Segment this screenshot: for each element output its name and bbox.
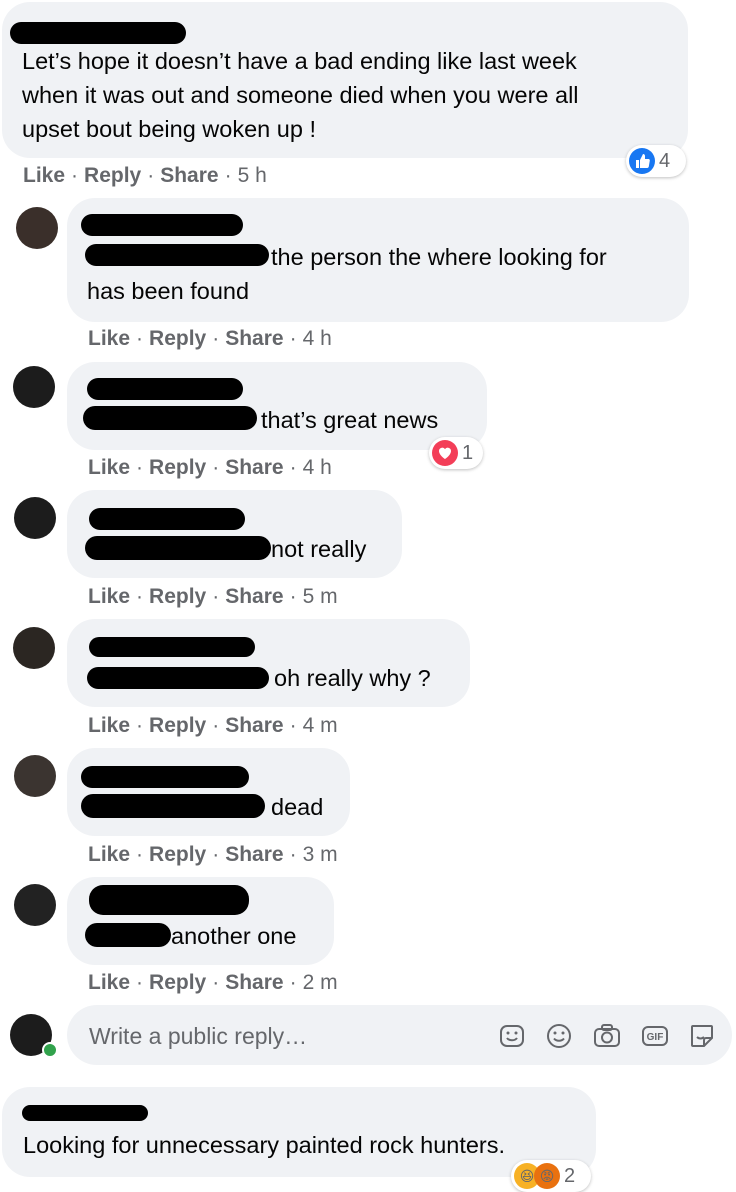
share-link[interactable]: Share	[225, 327, 283, 350]
reply-link[interactable]: Reply	[149, 327, 206, 350]
timestamp[interactable]: 4 h	[303, 327, 332, 350]
comment-actions: Like · Reply · Share · 2 m	[88, 971, 338, 994]
like-link[interactable]: Like	[88, 843, 130, 866]
redacted-tag	[85, 923, 171, 947]
comment-text: that’s great news	[261, 407, 439, 433]
comment-actions: Like · Reply · Share · 5 h	[23, 164, 267, 187]
comment-bubble: that’s great news	[67, 362, 487, 450]
reaction-summary[interactable]: 1	[429, 437, 483, 469]
comment-text: has been found	[87, 278, 250, 304]
comment-bubble: the person the where looking for has bee…	[67, 198, 689, 322]
redacted-tag	[85, 536, 271, 560]
camera-icon[interactable]	[593, 1022, 621, 1050]
like-link[interactable]: Like	[23, 164, 65, 187]
like-reaction-icon	[629, 148, 655, 174]
comment-bubble: dead	[67, 748, 350, 836]
redacted-author-name	[89, 637, 255, 657]
redacted-author-name	[89, 885, 249, 915]
redacted-tag	[83, 406, 257, 430]
share-link[interactable]: Share	[225, 585, 283, 608]
share-link[interactable]: Share	[225, 971, 283, 994]
sticker-icon[interactable]	[688, 1022, 716, 1050]
redacted-author-name	[10, 22, 186, 44]
redacted-tag	[81, 794, 265, 818]
avatar[interactable]	[14, 884, 56, 926]
comment-text: upset bout being woken up !	[22, 116, 316, 142]
timestamp[interactable]: 2 m	[303, 971, 338, 994]
avatar[interactable]	[13, 627, 55, 669]
redacted-tag	[85, 244, 269, 266]
comment-actions: Like · Reply · Share · 4 h	[88, 456, 332, 479]
reply-link[interactable]: Reply	[149, 456, 206, 479]
redacted-author-name	[81, 214, 243, 236]
comment-actions: Like · Reply · Share · 5 m	[88, 585, 338, 608]
like-link[interactable]: Like	[88, 585, 130, 608]
comment-text: Let’s hope it doesn’t have a bad ending …	[22, 48, 577, 74]
redacted-author-name	[89, 508, 245, 530]
comment-bubble: another one	[67, 877, 334, 965]
comment-bubble: Let’s hope it doesn’t have a bad ending …	[2, 2, 688, 158]
reply-composer[interactable]: GIF	[67, 1005, 732, 1065]
timestamp[interactable]: 3 m	[303, 843, 338, 866]
comment-bubble: Looking for unnecessary painted rock hun…	[2, 1087, 596, 1177]
angry-reaction-icon: 😡	[534, 1163, 560, 1189]
like-link[interactable]: Like	[88, 327, 130, 350]
reaction-count: 4	[659, 149, 671, 172]
comment-text: dead	[271, 794, 324, 820]
reply-link[interactable]: Reply	[84, 164, 141, 187]
reply-input[interactable]	[87, 1017, 471, 1055]
comment-actions: Like · Reply · Share · 4 h	[88, 327, 332, 350]
comment-text: when it was out and someone died when yo…	[22, 82, 579, 108]
timestamp[interactable]: 5 m	[303, 585, 338, 608]
redacted-author-name	[81, 766, 249, 788]
gif-icon[interactable]: GIF	[641, 1022, 669, 1050]
reply-link[interactable]: Reply	[149, 971, 206, 994]
share-link[interactable]: Share	[225, 843, 283, 866]
reply-link[interactable]: Reply	[149, 843, 206, 866]
comment-bubble: oh really why ?	[67, 619, 470, 707]
share-link[interactable]: Share	[160, 164, 218, 187]
comment-text: not really	[271, 536, 367, 562]
svg-text:GIF: GIF	[647, 1032, 664, 1043]
comment-bubble: not really	[67, 490, 402, 578]
avatar[interactable]	[16, 207, 58, 249]
share-link[interactable]: Share	[225, 456, 283, 479]
comment-actions: Like · Reply · Share · 3 m	[88, 843, 338, 866]
reaction-summary[interactable]: 😆 😡 2	[511, 1160, 591, 1192]
redacted-author-name	[87, 378, 243, 400]
comment-actions: Like · Reply · Share · 4 m	[88, 714, 338, 737]
timestamp[interactable]: 4 h	[303, 456, 332, 479]
like-link[interactable]: Like	[88, 971, 130, 994]
comment-text: another one	[171, 923, 297, 949]
like-link[interactable]: Like	[88, 456, 130, 479]
avatar[interactable]	[14, 497, 56, 539]
love-reaction-icon	[432, 440, 458, 466]
comment-text: Looking for unnecessary painted rock hun…	[23, 1132, 506, 1158]
reply-link[interactable]: Reply	[149, 585, 206, 608]
comment-text: the person the where looking for	[271, 244, 607, 270]
avatar[interactable]	[13, 366, 55, 408]
timestamp[interactable]: 5 h	[238, 164, 267, 187]
reaction-summary[interactable]: 4	[626, 145, 686, 177]
emoji-sticker-icon[interactable]	[498, 1022, 526, 1050]
smiley-icon[interactable]	[545, 1022, 573, 1050]
avatar[interactable]	[14, 755, 56, 797]
redacted-author-name	[22, 1105, 148, 1121]
redacted-tag	[87, 667, 269, 689]
reaction-count: 1	[462, 441, 474, 464]
share-link[interactable]: Share	[225, 714, 283, 737]
reaction-count: 2	[564, 1164, 576, 1187]
online-status-dot	[42, 1042, 58, 1058]
like-link[interactable]: Like	[88, 714, 130, 737]
reply-link[interactable]: Reply	[149, 714, 206, 737]
timestamp[interactable]: 4 m	[303, 714, 338, 737]
comment-text: oh really why ?	[274, 665, 431, 691]
